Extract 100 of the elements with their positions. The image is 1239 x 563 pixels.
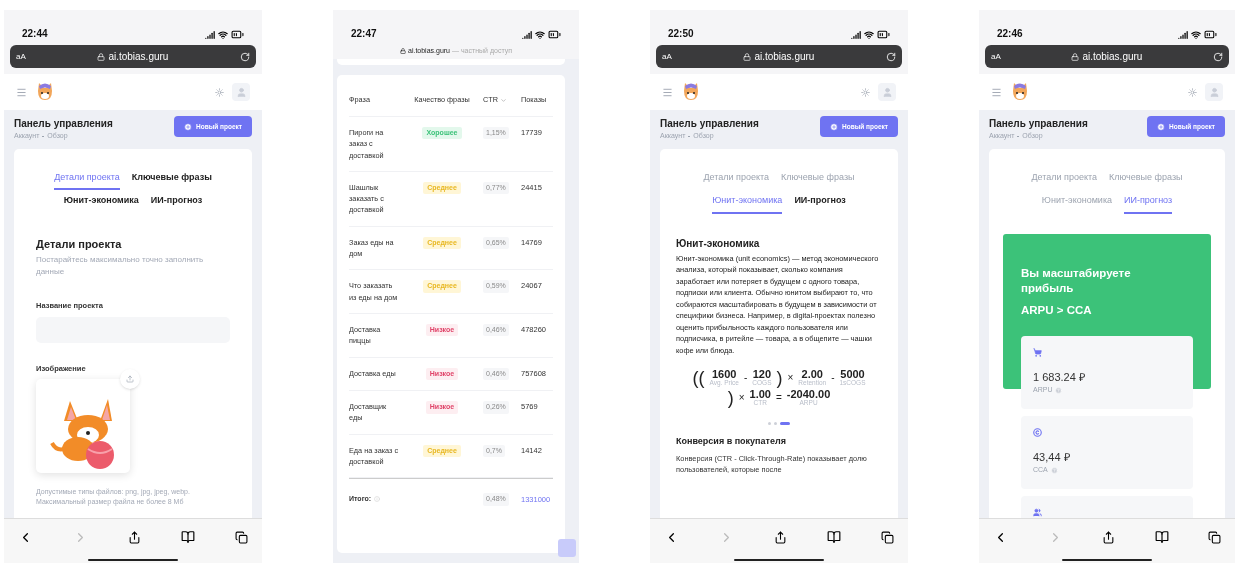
signal-icon: [1178, 29, 1188, 40]
tab[interactable]: ИИ-прогноз: [150, 194, 203, 214]
status-time: 22:47: [351, 27, 377, 41]
tabs-icon[interactable]: [881, 530, 894, 544]
plus-icon: [184, 122, 193, 131]
info-icon[interactable]: [374, 496, 381, 503]
bookmarks-icon[interactable]: [827, 530, 841, 544]
bookmarks-icon[interactable]: [181, 530, 195, 544]
cat-logo-icon: [35, 82, 55, 102]
tab[interactable]: Ключевые фразы: [131, 170, 212, 190]
url-text: ai.tobias.guru: [754, 50, 815, 64]
tab[interactable]: ИИ-прогноз: [794, 194, 846, 214]
tab[interactable]: Ключевые фразы: [1109, 170, 1183, 190]
section-hint: Постарайтесь максимально точно заполнить данные: [36, 254, 205, 278]
formula-value: -2040.00: [786, 389, 831, 401]
formula-sign: ((: [692, 368, 705, 388]
formula-sign: ×: [738, 391, 745, 405]
battery-icon: [877, 28, 890, 41]
formula-value: 2.00: [801, 369, 823, 381]
theme-icon[interactable]: [215, 87, 224, 97]
formula-value: 1600: [712, 369, 737, 381]
users-icon: [1033, 507, 1042, 517]
status-time: 22:46: [997, 27, 1023, 41]
share-icon[interactable]: [774, 530, 787, 544]
status-time: 22:44: [22, 27, 48, 41]
tabs-icon[interactable]: [235, 530, 248, 544]
signal-icon: [522, 29, 532, 40]
section-title: Детали проекта: [36, 236, 123, 252]
plus-icon: [830, 122, 839, 131]
avatar[interactable]: [878, 83, 896, 101]
help-icon[interactable]: [1055, 386, 1063, 394]
tabs-icon[interactable]: [1208, 530, 1221, 544]
battery-icon: [548, 28, 561, 41]
menu-icon[interactable]: [662, 86, 673, 98]
lock-icon: [743, 52, 752, 61]
cat-logo-icon: [681, 82, 701, 102]
tab[interactable]: Детали проекта: [703, 170, 770, 190]
tab[interactable]: ИИ-прогноз: [1124, 194, 1173, 214]
upload-icon: [126, 374, 134, 383]
share-icon[interactable]: [1102, 530, 1115, 544]
lock-icon: [400, 48, 406, 54]
wifi-icon: [1191, 29, 1201, 40]
formula-sign: ×: [787, 371, 794, 385]
signal-icon: [205, 29, 215, 40]
battery-icon: [231, 28, 244, 41]
share-icon[interactable]: [128, 530, 141, 544]
tab[interactable]: Детали проекта: [54, 170, 120, 190]
avatar[interactable]: [232, 83, 250, 101]
reload-icon[interactable]: [886, 51, 896, 62]
formula-sign: -: [831, 371, 835, 385]
metric-value: 43,44 ₽: [1033, 449, 1071, 465]
lock-icon: [97, 52, 106, 61]
wifi-icon: [218, 29, 228, 40]
reload-icon[interactable]: [1213, 51, 1223, 62]
address-bar[interactable]: aA ai.tobias.guru: [10, 45, 256, 68]
url-text: ai.tobias.guru: [1082, 50, 1143, 64]
upload-button[interactable]: [120, 368, 140, 389]
sort-icon: [500, 96, 507, 104]
menu-icon[interactable]: [991, 86, 1002, 98]
battery-icon: [1204, 28, 1217, 41]
text-size-button[interactable]: aA: [16, 50, 26, 63]
formula-sign: =: [776, 391, 782, 405]
signal-icon: [851, 29, 861, 40]
plus-icon: [1157, 122, 1166, 131]
reload-icon[interactable]: [240, 51, 250, 62]
tab[interactable]: Ключевые фразы: [781, 170, 855, 190]
tab[interactable]: Юнит-экономика: [63, 194, 139, 214]
formula-sign: -: [744, 371, 748, 385]
page-title: Панель управления: [989, 117, 1088, 131]
cart-icon: [1033, 347, 1042, 357]
page-title: Панель управления: [14, 117, 113, 131]
theme-icon[interactable]: [1188, 87, 1197, 97]
bookmarks-icon[interactable]: [1154, 530, 1169, 544]
wifi-icon: [864, 29, 874, 40]
wifi-icon: [535, 29, 545, 40]
page-title: Панель управления: [660, 117, 759, 131]
formula-value: 120: [752, 369, 772, 381]
lock-icon: [1071, 52, 1080, 61]
formula-value: 5000: [840, 369, 865, 381]
address-bar[interactable]: aA ai.tobias.guru: [985, 45, 1229, 68]
tab[interactable]: Детали проекта: [1031, 170, 1098, 190]
coin-icon: [1033, 427, 1042, 437]
section-title: Конверсия в покупателя: [676, 435, 787, 448]
theme-icon[interactable]: [861, 87, 870, 97]
avatar[interactable]: [1205, 83, 1223, 101]
tab[interactable]: Юнит-экономика: [712, 194, 783, 214]
help-icon[interactable]: [1050, 466, 1058, 474]
text-size-button[interactable]: aA: [991, 50, 1001, 63]
banner-subtitle: ARPU > CCA: [1021, 302, 1093, 318]
address-bar[interactable]: aA ai.tobias.guru: [656, 45, 902, 68]
banner-title: Вы масштабируете прибыль: [1021, 265, 1132, 296]
url-text: ai.tobias.guru: [108, 50, 169, 64]
status-time: 22:50: [668, 27, 694, 41]
text-size-button[interactable]: aA: [662, 50, 672, 63]
formula-sign: ): [727, 388, 734, 408]
menu-icon[interactable]: [16, 86, 27, 98]
cat-logo-icon: [1010, 82, 1030, 102]
section-title: Юнит-экономика: [676, 236, 761, 251]
formula-value: 1.00: [749, 389, 771, 401]
tab[interactable]: Юнит-экономика: [1041, 194, 1113, 214]
